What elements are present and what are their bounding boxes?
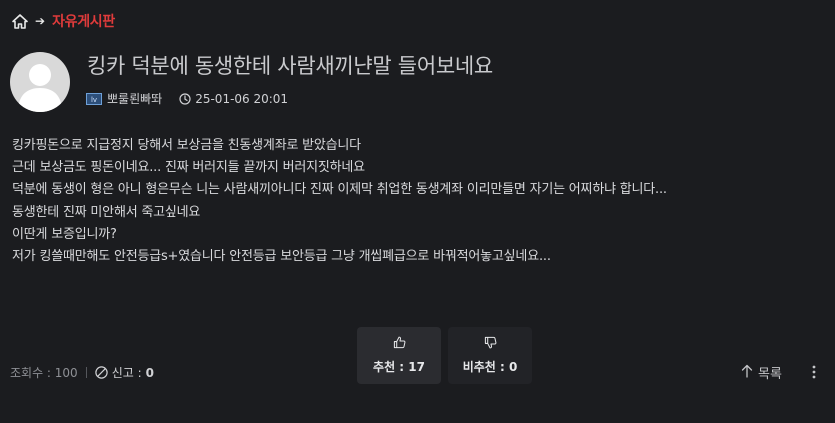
home-icon[interactable]	[12, 13, 28, 29]
author-name[interactable]: 뽀룰뢴빠똬	[107, 90, 162, 107]
divider	[85, 367, 87, 378]
downvote-button[interactable]: 비추천 : 0	[448, 327, 532, 384]
post-meta: lv 뽀룰뢴빠똬 25-01-06 20:01	[86, 90, 288, 107]
arrow-right-icon: ➔	[35, 14, 46, 28]
report-count: 0	[145, 365, 155, 380]
post-body-line: 이딴게 보증입니까?	[12, 226, 117, 242]
post-stats: 조회수 : 100 신고 : 0	[10, 364, 154, 381]
list-label: 목록	[758, 367, 782, 382]
arrow-up-icon	[741, 364, 753, 382]
post-body-line: 덕분에 동생이 형은 아니 형은무슨 니는 사람새끼아니다 진짜 이제막 취업한…	[12, 182, 667, 198]
report-button[interactable]: 신고 : 0	[95, 364, 154, 381]
downvote-label: 비추천 : 0	[462, 360, 518, 374]
more-options-icon[interactable]	[808, 364, 820, 380]
report-icon	[95, 366, 108, 379]
post-body-line: 동생한테 진짜 미안해서 죽고싶네요	[12, 204, 201, 220]
post-body-line: 킹카핑돈으로 지급정지 당해서 보상금을 친동생계좌로 받았습니다	[12, 138, 361, 153]
post-body-line: 저가 킹쓸때만해도 안전등급s+였습니다 안전등급 보안등급 그냥 개씹폐급으로…	[12, 249, 551, 265]
view-count: 조회수 : 100	[10, 366, 78, 380]
list-button[interactable]: 목록	[741, 363, 782, 382]
breadcrumb: ➔ 자유게시판	[12, 11, 115, 31]
thumbs-up-icon	[393, 336, 406, 352]
level-badge-icon: lv	[86, 92, 102, 105]
post-timestamp: 25-01-06 20:01	[195, 91, 289, 106]
report-label: 신고 :	[111, 366, 142, 380]
post-body: 킹카핑돈으로 지급정지 당해서 보상금을 친동생계좌로 받았습니다 근데 보상금…	[12, 135, 812, 268]
clock-icon	[179, 92, 191, 105]
page-title: 킹카 덕분에 동생한테 사람새끼냔말 들어보네요	[87, 54, 493, 78]
avatar	[10, 52, 70, 112]
thumbs-down-icon	[484, 336, 497, 352]
upvote-label: 추천 : 17	[373, 360, 425, 374]
post-body-line: 근데 보상금도 핑돈이네요... 진짜 버러지들 끝까지 버러지짓하네요	[12, 160, 365, 176]
board-link[interactable]: 자유게시판	[52, 11, 115, 31]
upvote-button[interactable]: 추천 : 17	[357, 327, 441, 384]
